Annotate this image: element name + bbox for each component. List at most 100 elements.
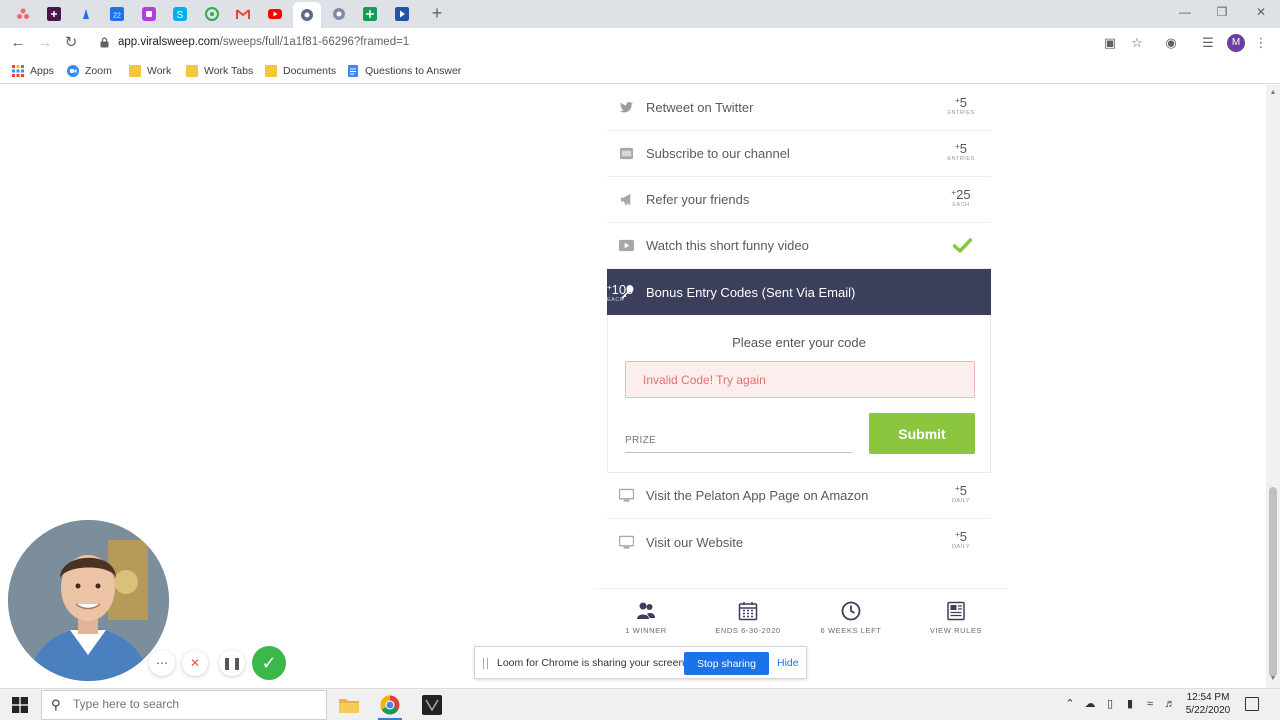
code-input[interactable] (625, 427, 852, 446)
tray-overflow-chevron-icon[interactable]: ⌃ (1063, 697, 1077, 711)
extension-icon[interactable]: ◉ (1163, 35, 1179, 51)
tab-pin[interactable] (72, 3, 100, 25)
menu-dots-icon[interactable]: ⋮ (1253, 35, 1269, 51)
bonus-codes-panel: Please enter your code Invalid Code! Try… (607, 315, 991, 473)
entry-points: +5 DAILY (945, 528, 977, 551)
zoom-icon (67, 65, 79, 77)
taskbar-file-explorer[interactable] (337, 693, 361, 717)
profile-avatar[interactable]: M (1227, 34, 1245, 52)
tab-viralsweep[interactable] (325, 3, 353, 25)
tab-sheets[interactable] (356, 3, 384, 25)
code-prompt: Please enter your code (732, 335, 866, 350)
restore-icon[interactable]: ❐ (1212, 5, 1232, 21)
taskbar-search-input[interactable] (73, 697, 313, 711)
drag-handle-icon[interactable] (483, 658, 488, 669)
points-value: 5 (959, 95, 967, 110)
sheets-icon (363, 7, 377, 21)
new-tab-plus-icon[interactable]: + (428, 4, 446, 22)
presenter-avatar (8, 520, 169, 681)
wifi-icon[interactable]: ≈ (1143, 697, 1157, 711)
tab-gmail[interactable] (229, 3, 257, 25)
minimize-icon[interactable]: — (1175, 5, 1195, 21)
entry-label: Watch this short funny video (646, 238, 809, 253)
taskbar-clock[interactable]: 12:54 PM 5/22/2020 (1178, 691, 1238, 717)
entry-refer[interactable]: Refer your friends +25 EACH (607, 177, 991, 223)
taskbar-app[interactable] (420, 693, 444, 717)
tab-slack[interactable] (40, 3, 68, 25)
tab-calendar[interactable]: 22 (103, 3, 131, 25)
entry-subscribe[interactable]: Subscribe to our channel +5 ENTRIES (607, 131, 991, 177)
entry-watch-video[interactable]: Watch this short funny video (607, 223, 991, 269)
battery-icon[interactable]: ▮ (1123, 697, 1137, 711)
entry-visit-amazon[interactable]: Visit the Pelaton App Page on Amazon +5 D… (607, 473, 991, 519)
pause-icon[interactable]: ❚❚ (219, 650, 245, 676)
bookmark-work[interactable]: Work (129, 64, 171, 78)
monitor-icon (619, 535, 634, 549)
bookmark-questions[interactable]: Questions to Answer (347, 64, 461, 78)
loom-webcam-bubble[interactable] (8, 520, 169, 681)
submit-button[interactable]: Submit (869, 413, 975, 454)
microphone-icon[interactable]: ▯ (1103, 697, 1117, 711)
monitor-icon (619, 488, 634, 502)
back-arrow-icon[interactable]: ← (9, 34, 27, 52)
bookmark-apps[interactable]: Apps (12, 64, 54, 78)
close-window-icon[interactable]: ✕ (1251, 5, 1271, 21)
slack-icon (47, 7, 61, 21)
stop-sharing-button[interactable]: Stop sharing (684, 652, 769, 675)
entry-label: Subscribe to our channel (646, 146, 790, 161)
notifications-icon[interactable] (1245, 697, 1259, 711)
hide-link[interactable]: Hide (777, 657, 799, 669)
tab-youtube[interactable] (261, 3, 289, 25)
folder-icon (129, 65, 141, 77)
footer-label: VIEW RULES (929, 626, 983, 635)
bonus-codes-header[interactable]: Bonus Entry Codes (Sent Via Email) +100 E… (607, 269, 991, 315)
reload-icon[interactable]: ↻ (62, 34, 80, 52)
footer-label: 1 WINNER (625, 626, 667, 635)
chrome-icon (380, 695, 400, 715)
tab-skype[interactable]: S (166, 3, 194, 25)
media-icon[interactable]: ☰ (1200, 35, 1216, 51)
forward-arrow-icon[interactable]: → (36, 34, 54, 52)
tab-strip: 22 S + — ❐ ✕ (0, 0, 1280, 28)
footer-label: ENDS 6-30-2020 (715, 626, 781, 635)
sharing-message: Loom for Chrome is sharing your screen. (497, 657, 688, 669)
scroll-up-arrow-icon[interactable]: ▲ (1269, 89, 1277, 97)
star-icon[interactable]: ☆ (1129, 35, 1145, 51)
bookmark-work-tabs[interactable]: Work Tabs (186, 64, 253, 78)
checkmark-icon (953, 238, 972, 253)
scrollbar-thumb[interactable] (1269, 487, 1277, 677)
finish-recording-check-icon[interactable]: ✓ (252, 646, 286, 680)
entry-label: Retweet on Twitter (646, 100, 754, 115)
windows-taskbar: ⚲ ⌃ ☁ ▯ ▮ ≈ ♬ 12:54 PM 5/22/2020 (0, 688, 1280, 720)
svg-text:S: S (177, 10, 184, 21)
footer-view-rules[interactable]: VIEW RULES (904, 601, 1008, 635)
address-bar[interactable]: app.viralsweep.com/sweeps/full/1a1f81-66… (118, 36, 409, 48)
tab-app[interactable] (135, 3, 163, 25)
tab-chrome-app[interactable] (198, 3, 226, 25)
taskbar-chrome[interactable] (378, 693, 402, 720)
cancel-recording-icon[interactable]: ✕ (182, 650, 208, 676)
bookmark-documents[interactable]: Documents (265, 64, 336, 78)
error-message: Invalid Code! Try again (625, 361, 975, 398)
folder-icon (339, 699, 359, 713)
more-options-icon[interactable]: ⋯ (149, 650, 175, 676)
scroll-down-arrow-icon[interactable]: ▼ (1269, 675, 1277, 683)
chrome-app-icon (205, 7, 219, 21)
windows-start-icon[interactable] (12, 697, 28, 713)
entry-retweet[interactable]: Retweet on Twitter +5 ENTRIES (607, 85, 991, 131)
volume-icon[interactable]: ♬ (1163, 697, 1177, 711)
page-scrollbar[interactable]: ▲ ▼ (1266, 85, 1280, 688)
calendar-icon (738, 602, 758, 621)
onedrive-cloud-icon[interactable]: ☁ (1083, 697, 1097, 711)
tab-play[interactable] (388, 3, 416, 25)
bookmark-zoom[interactable]: Zoom (67, 64, 112, 78)
key-icon (621, 285, 634, 299)
tab-viralsweep-active[interactable] (293, 2, 321, 28)
tab-asana[interactable] (9, 3, 37, 25)
users-icon (637, 602, 655, 619)
camera-icon[interactable]: ▣ (1102, 35, 1118, 51)
entry-visit-website[interactable]: Visit our Website +5 DAILY (607, 519, 991, 565)
url-host: app.viralsweep.com (118, 36, 220, 48)
asana-icon (17, 8, 29, 19)
taskbar-search[interactable]: ⚲ (41, 690, 327, 720)
